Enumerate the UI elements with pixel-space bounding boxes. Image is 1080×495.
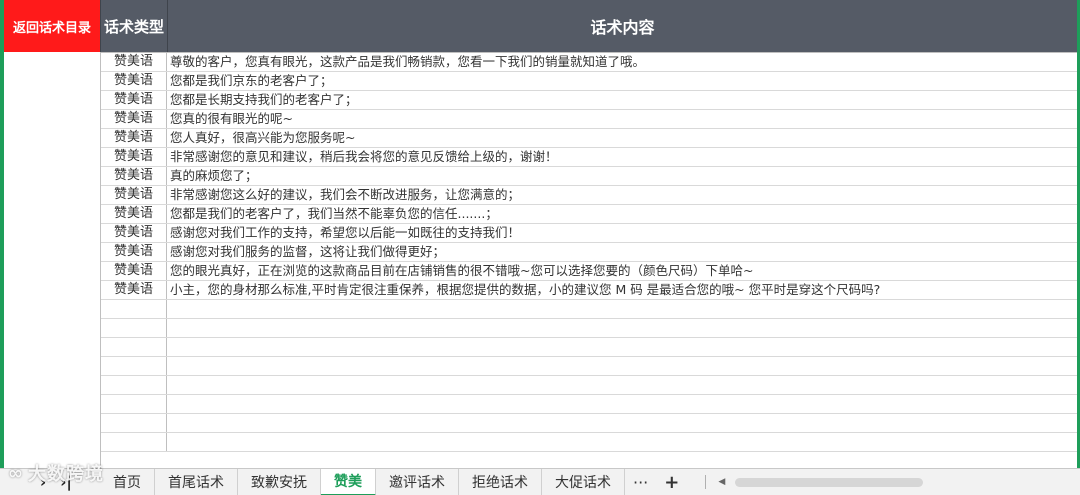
content-cell[interactable] (167, 357, 1077, 375)
content-cell[interactable] (167, 319, 1077, 337)
content-cell[interactable]: 非常感谢您的意见和建议，稍后我会将您的意见反馈给上级的，谢谢！ (167, 148, 1077, 166)
type-cell[interactable]: 赞美语 (101, 224, 167, 242)
type-cell[interactable] (101, 433, 167, 451)
type-cell[interactable]: 赞美语 (101, 205, 167, 223)
table-row[interactable] (101, 376, 1077, 395)
table-row[interactable]: 赞美语 尊敬的客户，您真有眼光，这款产品是我们畅销款，您看一下我们的销量就知道了哦… (101, 53, 1077, 72)
content-cell[interactable]: 真的麻烦您了； (167, 167, 1077, 185)
content-cell[interactable] (167, 395, 1077, 413)
table-row[interactable] (101, 338, 1077, 357)
table-row[interactable]: 赞美语 感谢您对我们工作的支持，希望您以后能一如既往的支持我们！ (101, 224, 1077, 243)
type-cell[interactable]: 赞美语 (101, 148, 167, 166)
content-cell[interactable]: 您都是我们京东的老客户了； (167, 72, 1077, 90)
add-sheet-icon[interactable]: + (656, 472, 687, 493)
type-cell[interactable]: 赞美语 (101, 129, 167, 147)
type-cell[interactable] (101, 338, 167, 356)
table-row[interactable] (101, 319, 1077, 338)
table-row[interactable]: 赞美语 非常感谢您的意见和建议，稍后我会将您的意见反馈给上级的，谢谢！ (101, 148, 1077, 167)
table-row[interactable]: 赞美语 真的麻烦您了； (101, 167, 1077, 186)
content-cell[interactable]: 您都是我们的老客户了，我们当然不能辜负您的信任.......； (167, 205, 1077, 223)
content-cell[interactable]: 您真的很有眼光的呢~ (167, 110, 1077, 128)
table-row[interactable] (101, 300, 1077, 319)
sheet-tab[interactable]: 大促话术 (542, 468, 625, 495)
sheet-tab-bar: › ›| 首页 首尾话术 致歉安抚 赞美 邀评话术 拒绝话术 大促话术 ··· + ◀ (0, 468, 1080, 495)
scroll-left-icon[interactable]: ◀ (718, 477, 725, 487)
table-row[interactable]: 赞美语 感谢您对我们服务的监督，这将让我们做得更好； (101, 243, 1077, 262)
spreadsheet: 返回话术目录 话术类型 话术内容 赞美语 尊敬的客户，您真有眼光，这款产品是我们畅… (0, 0, 1080, 468)
type-cell[interactable]: 赞美语 (101, 110, 167, 128)
sheet-tab[interactable]: 拒绝话术 (459, 468, 542, 495)
type-cell[interactable]: 赞美语 (101, 186, 167, 204)
table-row[interactable]: 赞美语 您都是我们京东的老客户了； (101, 72, 1077, 91)
table-row[interactable]: 赞美语 您都是我们的老客户了，我们当然不能辜负您的信任.......； (101, 205, 1077, 224)
content-cell[interactable] (167, 338, 1077, 356)
type-cell[interactable] (101, 357, 167, 375)
column-header-content: 话术内容 (167, 0, 1077, 52)
table-body: 赞美语 尊敬的客户，您真有眼光，这款产品是我们畅销款，您看一下我们的销量就知道了哦… (101, 52, 1077, 452)
watermark: ∞ 大数跨境 (8, 460, 104, 486)
sheet-tab[interactable]: 致歉安抚 (238, 468, 321, 495)
table-row[interactable]: 赞美语 小主，您的身材那么标准,平时肯定很注重保养，根据您提供的数据，小的建议您 … (101, 281, 1077, 300)
sheet-tabs: 首页 首尾话术 致歉安抚 赞美 邀评话术 拒绝话术 大促话术 (100, 468, 625, 495)
table-row[interactable] (101, 433, 1077, 452)
type-cell[interactable] (101, 395, 167, 413)
table-row[interactable]: 赞美语 您真的很有眼光的呢~ (101, 110, 1077, 129)
content-cell[interactable]: 非常感谢您这么好的建议，我们会不断改进服务，让您满意的； (167, 186, 1077, 204)
horizontal-scrollbar[interactable] (735, 477, 924, 487)
column-a[interactable] (4, 52, 101, 468)
content-cell[interactable] (167, 300, 1077, 318)
type-cell[interactable]: 赞美语 (101, 281, 167, 299)
type-cell[interactable]: 赞美语 (101, 243, 167, 261)
type-cell[interactable]: 赞美语 (101, 91, 167, 109)
content-cell[interactable]: 感谢您对我们服务的监督，这将让我们做得更好； (167, 243, 1077, 261)
content-cell[interactable] (167, 376, 1077, 394)
type-cell[interactable]: 赞美语 (101, 53, 167, 71)
table-row[interactable]: 赞美语 您的眼光真好，正在浏览的这款商品目前在店铺销售的很不错哦~您可以选择您要的… (101, 262, 1077, 281)
content-cell[interactable]: 您人真好，很高兴能为您服务呢~ (167, 129, 1077, 147)
type-cell[interactable]: 赞美语 (101, 72, 167, 90)
content-cell[interactable]: 感谢您对我们工作的支持，希望您以后能一如既往的支持我们！ (167, 224, 1077, 242)
content-cell[interactable]: 您的眼光真好，正在浏览的这款商品目前在店铺销售的很不错哦~您可以选择您要的（颜色… (167, 262, 1077, 280)
type-cell[interactable] (101, 319, 167, 337)
content-cell[interactable]: 小主，您的身材那么标准,平时肯定很注重保养，根据您提供的数据，小的建议您 M 码… (167, 281, 1077, 299)
more-sheets-icon[interactable]: ··· (625, 473, 656, 492)
type-cell[interactable] (101, 300, 167, 318)
divider (705, 475, 707, 489)
content-cell[interactable]: 尊敬的客户，您真有眼光，这款产品是我们畅销款，您看一下我们的销量就知道了哦。 (167, 53, 1077, 71)
table-row[interactable] (101, 395, 1077, 414)
type-cell[interactable]: 赞美语 (101, 167, 167, 185)
sheet-tab[interactable]: 邀评话术 (376, 468, 459, 495)
content-cell[interactable] (167, 414, 1077, 432)
watermark-text: 大数跨境 (28, 464, 104, 485)
type-cell[interactable] (101, 376, 167, 394)
table-row[interactable]: 赞美语 您人真好，很高兴能为您服务呢~ (101, 129, 1077, 148)
sheet-tab[interactable]: 首页 (100, 468, 155, 495)
column-header-type: 话术类型 (100, 0, 167, 52)
watermark-logo-icon: ∞ (8, 462, 24, 484)
table-row[interactable]: 赞美语 您都是长期支持我们的老客户了； (101, 91, 1077, 110)
table-row[interactable] (101, 357, 1077, 376)
table-row[interactable]: 赞美语 非常感谢您这么好的建议，我们会不断改进服务，让您满意的； (101, 186, 1077, 205)
content-cell[interactable] (167, 433, 1077, 451)
type-cell[interactable] (101, 414, 167, 432)
content-cell[interactable]: 您都是长期支持我们的老客户了； (167, 91, 1077, 109)
type-cell[interactable]: 赞美语 (101, 262, 167, 280)
sheet-tab[interactable]: 赞美 (321, 468, 376, 495)
back-to-directory-button[interactable]: 返回话术目录 (4, 0, 100, 52)
sheet-tab[interactable]: 首尾话术 (155, 468, 238, 495)
table-row[interactable] (101, 414, 1077, 433)
